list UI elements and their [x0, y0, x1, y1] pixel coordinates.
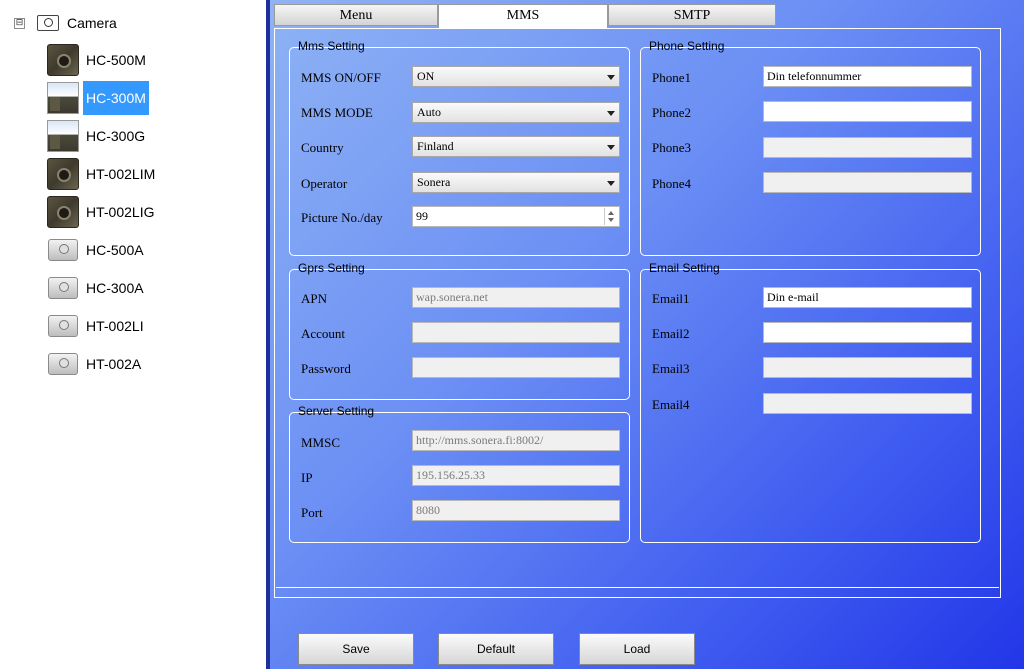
camera-dark-icon [47, 158, 79, 190]
chevron-down-icon [607, 181, 615, 186]
camera-grey-icon [48, 277, 78, 299]
mms-mode-value: Auto [417, 105, 441, 119]
operator-label: Operator [301, 176, 348, 191]
phone-setting-title: Phone Setting [649, 39, 725, 53]
mms-mode-label: MMS MODE [301, 105, 373, 120]
mms-setting-title: Mms Setting [298, 39, 365, 53]
account-input[interactable] [412, 322, 620, 343]
tree-item-ht-002lim[interactable]: HT-002LIM [47, 155, 158, 193]
tree-item-ht-002lig[interactable]: HT-002LIG [47, 193, 157, 231]
phone1-label: Phone1 [652, 70, 691, 85]
phone2-label: Phone2 [652, 105, 691, 120]
email1-input[interactable]: Din e-mail [763, 287, 972, 308]
tab-menu[interactable]: Menu [274, 4, 438, 26]
chevron-down-icon [607, 145, 615, 150]
tree-item-label: HC-500M [86, 52, 146, 68]
phone4-input[interactable] [763, 172, 972, 193]
mmsc-label: MMSC [301, 435, 341, 450]
apn-input[interactable]: wap.sonera.net [412, 287, 620, 308]
email-setting-title: Email Setting [649, 261, 720, 275]
tree-item-hc-300g[interactable]: HC-300G [47, 117, 148, 155]
camera-grey-icon [48, 353, 78, 375]
country-value: Finland [417, 139, 454, 153]
email4-input[interactable] [763, 393, 972, 414]
default-button[interactable]: Default [438, 633, 554, 665]
email4-label: Email4 [652, 397, 690, 412]
apn-label: APN [301, 291, 328, 306]
email1-label: Email1 [652, 291, 690, 306]
email2-label: Email2 [652, 326, 690, 341]
ip-label: IP [301, 470, 313, 485]
phone4-label: Phone4 [652, 176, 691, 191]
spin-arrows-icon[interactable] [604, 208, 618, 225]
picture-per-day-label: Picture No./day [301, 210, 383, 225]
picture-per-day-value: 99 [416, 209, 428, 223]
mmsc-input[interactable]: http://mms.sonera.fi:8002/ [412, 430, 620, 451]
tree-item-hc-500m[interactable]: HC-500M [47, 41, 149, 79]
tree-item-ht-002a[interactable]: HT-002A [47, 345, 144, 383]
picture-per-day-stepper[interactable]: 99 [412, 206, 620, 227]
tab-mms[interactable]: MMS [438, 4, 608, 28]
phone2-input[interactable] [763, 101, 972, 122]
country-select[interactable]: Finland [412, 136, 620, 157]
tree-item-label: HT-002A [86, 356, 142, 372]
camera-grey-icon [48, 315, 78, 337]
tree-item-label: HC-300G [86, 128, 146, 144]
email3-input[interactable] [763, 357, 972, 378]
tree-item-hc-500a[interactable]: HC-500A [47, 231, 147, 269]
chevron-down-icon [607, 75, 615, 80]
tree-item-label: HC-500A [86, 242, 144, 258]
phone1-input[interactable]: Din telefonnummer [763, 66, 972, 87]
operator-select[interactable]: Sonera [412, 172, 620, 193]
load-button[interactable]: Load [579, 633, 695, 665]
operator-value: Sonera [417, 175, 451, 189]
server-setting-title: Server Setting [298, 404, 375, 418]
account-label: Account [301, 326, 346, 341]
tree-item-ht-002li[interactable]: HT-002LI [47, 307, 147, 345]
tree-root[interactable]: ⊟ Camera [14, 12, 117, 34]
port-input[interactable]: 8080 [412, 500, 620, 521]
port-label: Port [301, 505, 323, 520]
password-label: Password [301, 361, 351, 376]
camera-dark-icon [47, 44, 79, 76]
mms-mode-select[interactable]: Auto [412, 102, 620, 123]
ip-input[interactable]: 195.156.25.33 [412, 465, 620, 486]
tree-item-label: HT-002LIG [86, 204, 155, 220]
camera-dark-icon [47, 196, 79, 228]
gprs-setting-title: Gprs Setting [298, 261, 365, 275]
country-label: Country [301, 140, 344, 155]
tab-smtp[interactable]: SMTP [608, 4, 776, 26]
email3-label: Email3 [652, 361, 690, 376]
tree-item-label: HT-002LI [86, 318, 144, 334]
tree-item-hc-300m[interactable]: HC-300M [47, 79, 149, 117]
mms-onoff-select[interactable]: ON [412, 66, 620, 87]
camera-photo-icon [47, 82, 79, 114]
email2-input[interactable] [763, 322, 972, 343]
camera-tree-panel: ⊟ Camera HC-500M HC-300M HC-300G HT-002L… [0, 0, 266, 669]
chevron-down-icon [607, 111, 615, 116]
save-button[interactable]: Save [298, 633, 414, 665]
collapse-icon[interactable]: ⊟ [14, 17, 25, 29]
tree-root-label: Camera [67, 15, 117, 31]
camera-photo-icon [47, 120, 79, 152]
tree-item-label-selected: HC-300M [83, 81, 149, 115]
phone3-label: Phone3 [652, 140, 691, 155]
tree-item-label: HC-300A [86, 280, 144, 296]
tree-item-label: HT-002LIM [86, 166, 156, 182]
camera-grey-icon [48, 239, 78, 261]
password-input[interactable] [412, 357, 620, 378]
phone3-input[interactable] [763, 137, 972, 158]
mms-onoff-value: ON [417, 69, 435, 83]
camera-root-icon [37, 15, 59, 31]
panel-divider [266, 0, 270, 669]
mms-onoff-label: MMS ON/OFF [301, 70, 381, 85]
tree-item-hc-300a[interactable]: HC-300A [47, 269, 147, 307]
